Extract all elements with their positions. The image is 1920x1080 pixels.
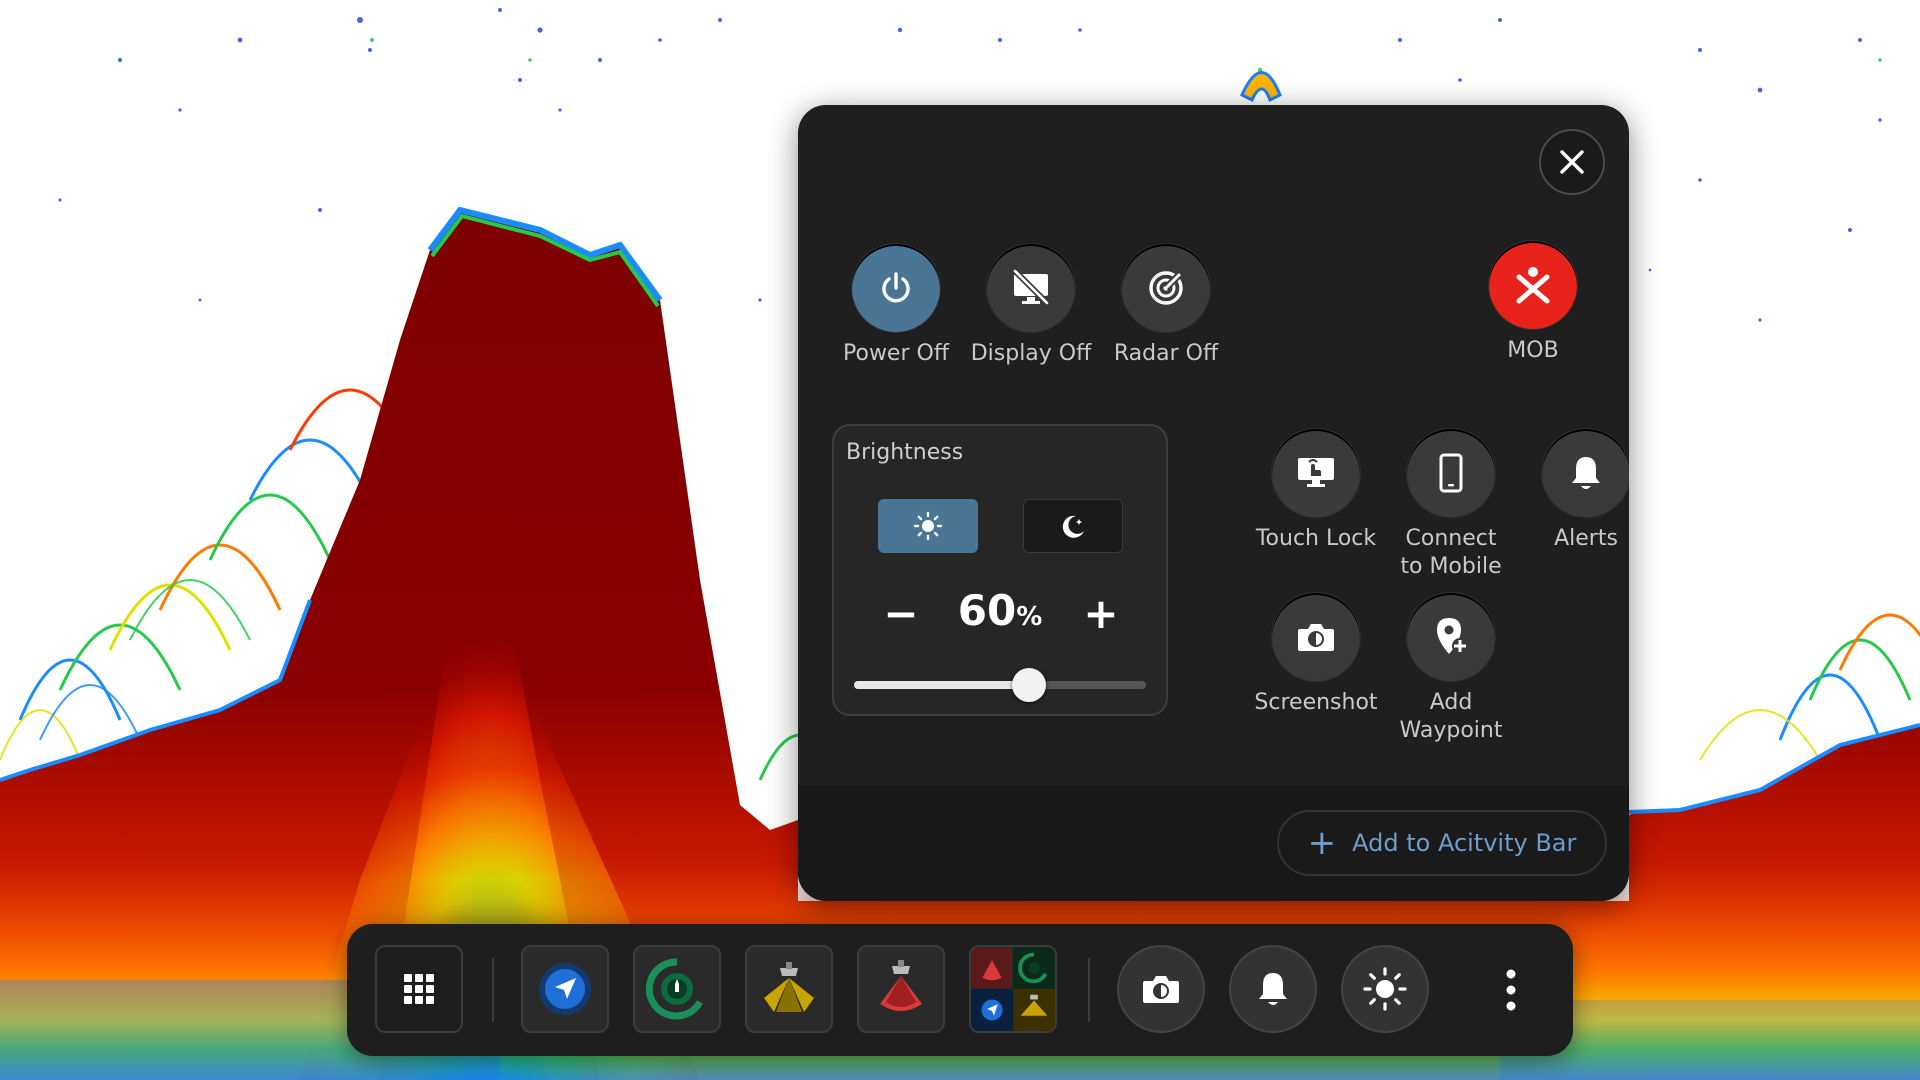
alerts-button[interactable]: Alerts: [1516, 429, 1629, 553]
activity-bar: [347, 924, 1573, 1056]
radar-off-button[interactable]: Radar Off: [1096, 244, 1236, 368]
add-waypoint-label-line1: Add: [1429, 690, 1473, 715]
sidescan-sonar-icon: [764, 962, 814, 1012]
brightness-value: 60%: [930, 586, 1070, 635]
brightness-title: Brightness: [846, 440, 964, 465]
more-button[interactable]: [1491, 954, 1531, 1026]
close-icon: [1560, 150, 1584, 174]
moon-icon: [1062, 515, 1084, 538]
fishfinder-app-button[interactable]: [857, 945, 945, 1033]
brightness-unit: %: [1016, 602, 1043, 632]
sun-icon: [913, 511, 943, 541]
bar-divider: [1088, 958, 1090, 1022]
camera-icon: [1298, 624, 1334, 651]
navigation-app-button[interactable]: [521, 945, 609, 1033]
fishfinder-sonar-icon: [880, 960, 922, 1011]
display-off-label: Display Off: [970, 341, 1092, 366]
add-waypoint-label: Add Waypoint: [1381, 689, 1521, 745]
brightness-slider[interactable]: [854, 668, 1146, 702]
touch-lock-button[interactable]: Touch Lock: [1246, 429, 1386, 553]
night-mode-button[interactable]: [1023, 499, 1123, 553]
mobile-icon: [1439, 453, 1463, 493]
radar-off-label: Radar Off: [1113, 341, 1219, 366]
navigation-chart-icon: [539, 963, 591, 1015]
bell-icon: [1259, 973, 1287, 1005]
bar-screenshot-button[interactable]: [1117, 945, 1205, 1033]
alerts-label: Alerts: [1554, 526, 1618, 551]
screenshot-button[interactable]: Screenshot: [1246, 593, 1386, 717]
touch-lock-label: Touch Lock: [1255, 526, 1377, 551]
apps-button[interactable]: [375, 945, 463, 1033]
display-off-icon: [1012, 269, 1050, 306]
brightness-decrease-button[interactable]: −: [876, 588, 926, 638]
man-overboard-icon: [1516, 267, 1550, 304]
day-mode-button[interactable]: [878, 499, 978, 553]
add-to-activity-bar-button[interactable]: + Add to Acitvity Bar: [1277, 810, 1607, 876]
brightness-control: Brightness − 60% +: [832, 424, 1168, 716]
bar-divider: [492, 958, 494, 1022]
brightness-value-number: 60: [957, 586, 1017, 635]
bell-icon: [1572, 457, 1600, 489]
brightness-icon: [1363, 967, 1407, 1011]
add-waypoint-button[interactable]: Add Waypoint: [1381, 593, 1521, 745]
power-off-label: Power Off: [843, 341, 949, 366]
brightness-slider-thumb[interactable]: [1012, 668, 1047, 702]
bar-alerts-button[interactable]: [1229, 945, 1317, 1033]
brightness-increase-button[interactable]: +: [1076, 588, 1126, 638]
radar-app-icon: [645, 958, 704, 1020]
brightness-slider-fill: [854, 681, 1030, 689]
plus-icon: +: [1307, 823, 1337, 863]
connect-mobile-label: Connect to Mobile: [1381, 525, 1521, 581]
touch-lock-icon: [1298, 458, 1334, 487]
add-waypoint-icon: [1437, 618, 1468, 654]
quick-controls-panel: Power Off Display Off Radar Off MOB Brig…: [798, 105, 1629, 901]
sidescan-app-button[interactable]: [745, 945, 833, 1033]
close-button[interactable]: [1539, 129, 1605, 195]
screenshot-label: Screenshot: [1254, 690, 1378, 715]
connect-mobile-label-line1: Connect: [1405, 526, 1497, 551]
connect-mobile-label-line2: to Mobile: [1400, 554, 1502, 579]
mob-button[interactable]: MOB: [1463, 241, 1603, 365]
split-view-icon: [971, 947, 1055, 1031]
display-off-button[interactable]: Display Off: [961, 244, 1101, 368]
add-to-activity-bar-label: Add to Acitvity Bar: [1352, 829, 1577, 857]
connect-mobile-button[interactable]: Connect to Mobile: [1381, 429, 1521, 581]
power-icon: [882, 272, 910, 303]
split-view-button[interactable]: [969, 945, 1057, 1033]
radar-off-icon: [1149, 271, 1183, 305]
power-off-button[interactable]: Power Off: [826, 244, 966, 368]
apps-grid-icon: [404, 974, 434, 1004]
more-vertical-icon: [1506, 969, 1516, 1011]
add-waypoint-label-line2: Waypoint: [1399, 718, 1503, 743]
bar-brightness-button[interactable]: [1341, 945, 1429, 1033]
camera-icon: [1143, 976, 1179, 1003]
radar-app-button[interactable]: [633, 945, 721, 1033]
mob-label: MOB: [1507, 338, 1559, 363]
